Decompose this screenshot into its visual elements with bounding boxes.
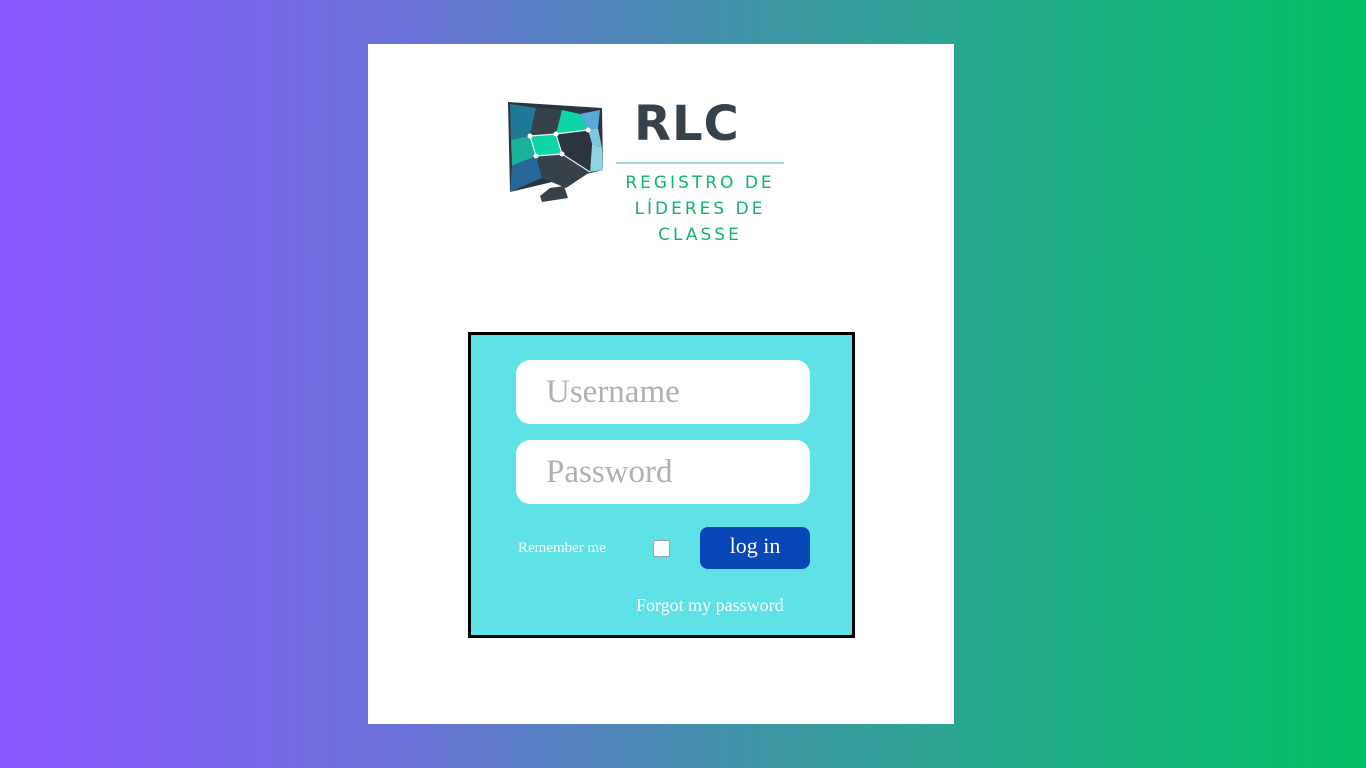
rlc-logo: RLC REGISTRO DE LÍDERES DE CLASSE [506,96,796,245]
password-input[interactable] [516,440,810,504]
logo-subtitle-line: CLASSE [658,225,742,245]
logo-subtitle-line: LÍDERES DE [634,199,766,219]
logo-divider [616,162,784,164]
logo-subtitle-line: REGISTRO DE [625,173,775,193]
login-form: Remember me log in Forgot my password [468,332,855,638]
login-button[interactable]: log in [700,527,810,569]
login-card: RLC REGISTRO DE LÍDERES DE CLASSE Rememb… [368,44,954,724]
remember-me-label: Remember me [518,540,606,556]
logo-subtitle: REGISTRO DE LÍDERES DE CLASSE [616,170,784,248]
logo-title: RLC [634,96,740,152]
username-input[interactable] [516,360,810,424]
monitor-logo-icon [508,102,603,202]
forgot-password-link[interactable]: Forgot my password [636,595,784,616]
remember-me-checkbox[interactable] [653,540,670,557]
